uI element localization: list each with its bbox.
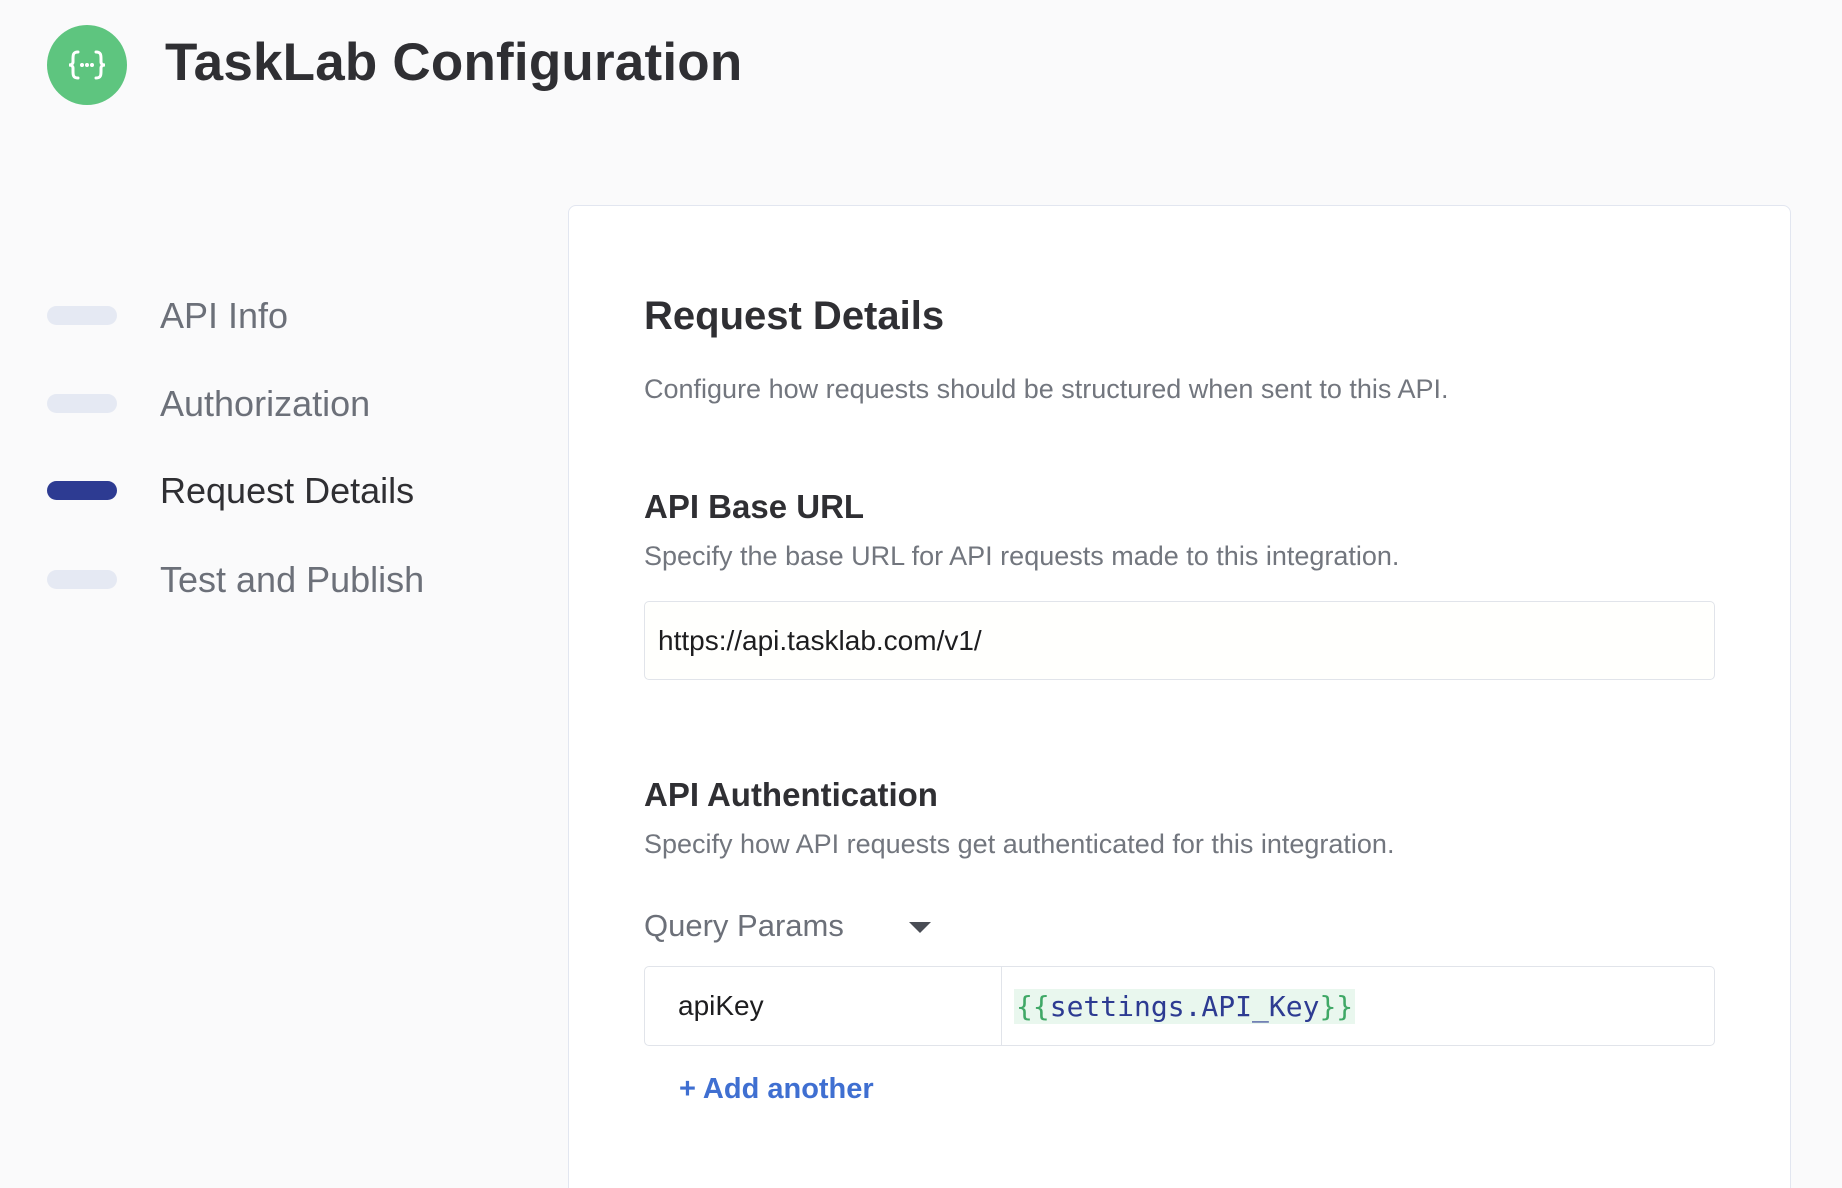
template-token: {{settings.API_Key}}: [1014, 988, 1356, 1024]
step-test-and-publish[interactable]: Test and Publish: [47, 559, 424, 600]
page: TaskLab Configuration API Info Authoriza…: [0, 0, 1842, 1188]
step-label: Test and Publish: [160, 558, 425, 600]
token-open-brace: {{: [1016, 989, 1050, 1023]
step-indicator: [47, 394, 117, 413]
step-label: Request Details: [160, 469, 415, 511]
auth-title: API Authentication: [644, 776, 938, 813]
base-url-title: API Base URL: [644, 488, 865, 525]
param-value-field[interactable]: {{settings.API_Key}}: [1002, 967, 1714, 1045]
step-authorization[interactable]: Authorization: [47, 383, 370, 424]
step-label: API Info: [160, 294, 289, 336]
auth-description: Specify how API requests get authenticat…: [644, 829, 1395, 859]
base-url-input[interactable]: [644, 601, 1715, 680]
section-description: Configure how requests should be structu…: [644, 374, 1449, 404]
step-indicator-active: [47, 481, 117, 500]
request-details-card: Request Details Configure how requests s…: [568, 205, 1791, 1188]
token-close-brace: }}: [1319, 989, 1354, 1023]
add-another-link[interactable]: + Add another: [679, 1073, 874, 1106]
code-braces-icon: [68, 50, 106, 80]
param-key-field[interactable]: apiKey: [645, 967, 1002, 1045]
step-request-details[interactable]: Request Details: [47, 470, 414, 511]
section-title: Request Details: [644, 294, 945, 338]
step-indicator: [47, 570, 117, 589]
page-title: TaskLab Configuration: [165, 33, 743, 92]
step-indicator: [47, 306, 117, 325]
base-url-description: Specify the base URL for API requests ma…: [644, 541, 1400, 571]
step-api-info[interactable]: API Info: [47, 295, 288, 336]
app-logo: [47, 25, 127, 105]
token-body: settings.API_Key: [1049, 989, 1320, 1023]
step-label: Authorization: [160, 382, 371, 424]
query-param-row: apiKey {{settings.API_Key}}: [644, 966, 1715, 1046]
auth-mode-select[interactable]: Query Params: [644, 908, 844, 944]
chevron-down-icon[interactable]: [909, 922, 931, 933]
